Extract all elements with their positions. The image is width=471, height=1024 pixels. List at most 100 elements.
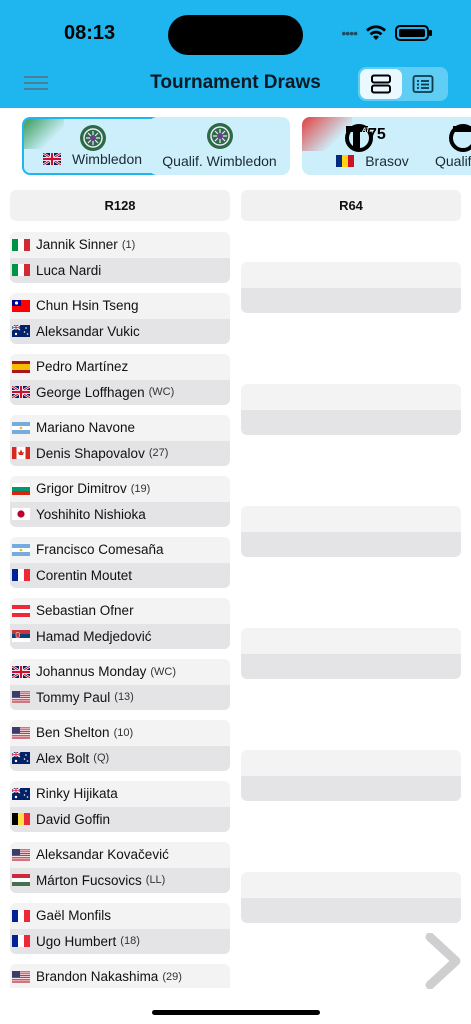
player-name: Márton Fucsovics xyxy=(36,872,142,888)
hamburger-menu-icon[interactable] xyxy=(24,76,48,90)
flag-jp-icon xyxy=(12,508,30,521)
player-row[interactable]: Hamad Medjedović xyxy=(10,623,230,649)
player-row[interactable]: Rinky Hijikata xyxy=(10,781,230,807)
match-card-empty[interactable] xyxy=(241,750,461,801)
player-row[interactable]: David Goffin xyxy=(10,806,230,832)
flag-ro-icon xyxy=(336,155,355,167)
flag-fr-icon xyxy=(12,909,30,922)
player-name: Ugo Humbert xyxy=(36,933,117,949)
flag-us-icon xyxy=(12,970,30,983)
player-row[interactable]: Alex Bolt (Q) xyxy=(10,745,230,771)
player-row[interactable]: Aleksandar Kovačević xyxy=(10,842,230,868)
player-row[interactable]: Ugo Humbert (18) xyxy=(10,928,230,954)
round-column-r64 xyxy=(241,232,461,988)
player-row[interactable]: Mariano Navone xyxy=(10,415,230,441)
tournament-chip-qualif-wimbledon[interactable]: Qualif. Wimbledon xyxy=(149,117,290,175)
match-card[interactable]: Ben Shelton (10) Alex Bolt (Q) xyxy=(10,720,230,771)
flag-au-icon xyxy=(12,787,30,800)
flag-es-icon xyxy=(12,360,30,373)
player-row[interactable]: Francisco Comesaña xyxy=(10,537,230,563)
player-row[interactable]: Sebastian Ofner xyxy=(10,598,230,624)
player-row[interactable]: Corentin Moutet xyxy=(10,562,230,588)
player-name: Corentin Moutet xyxy=(36,567,133,583)
player-name: Francisco Comesaña xyxy=(36,542,164,558)
match-card[interactable]: Pedro Martínez George Loffhagen (WC) xyxy=(10,354,230,405)
player-row[interactable]: Ben Shelton (10) xyxy=(10,720,230,746)
tournament-chip-qualif[interactable]: Qualif xyxy=(425,117,471,175)
chevron-right-icon[interactable] xyxy=(424,933,462,989)
player-seed: (29) xyxy=(162,970,182,983)
match-card-empty[interactable] xyxy=(241,262,461,313)
player-row[interactable]: Chun Hsin Tseng xyxy=(10,293,230,319)
player-row[interactable]: Denis Shapovalov (27) xyxy=(10,440,230,466)
player-seed: (LL) xyxy=(145,874,166,887)
flag-tw-icon xyxy=(12,299,30,312)
match-card[interactable]: Jannik Sinner (1) Luca Nardi xyxy=(10,232,230,283)
match-card[interactable]: Mariano Navone Denis Shapovalov (27) xyxy=(10,415,230,466)
player-seed: (13) xyxy=(114,691,134,704)
flag-us-icon xyxy=(12,726,30,739)
match-card[interactable]: Johannus Monday (WC) Tommy Paul (13) xyxy=(10,659,230,710)
player-slot xyxy=(241,775,461,801)
match-card-empty[interactable] xyxy=(241,872,461,923)
match-card-empty[interactable] xyxy=(241,384,461,435)
round-header-r128[interactable]: R128 xyxy=(10,190,230,221)
player-seed: (Q) xyxy=(93,752,110,765)
player-slot xyxy=(241,872,461,898)
match-card[interactable]: Francisco Comesaña Corentin Moutet xyxy=(10,537,230,588)
player-name: Aleksandar Kovačević xyxy=(36,847,169,863)
player-row[interactable]: Brandon Nakashima (29) xyxy=(10,964,230,988)
player-name: Rinky Hijikata xyxy=(36,786,118,802)
player-seed: (18) xyxy=(120,935,140,948)
player-name: Ben Shelton xyxy=(36,725,110,741)
flag-gb-icon xyxy=(42,153,61,165)
player-name: Denis Shapovalov xyxy=(36,445,145,461)
player-seed: (WC) xyxy=(148,386,175,399)
flag-gb-icon xyxy=(12,386,30,399)
player-seed: (1) xyxy=(121,238,136,251)
player-row[interactable]: Luca Nardi xyxy=(10,257,230,283)
dynamic-island xyxy=(168,15,303,55)
player-row[interactable]: Tommy Paul (13) xyxy=(10,684,230,710)
player-slot xyxy=(241,750,461,776)
list-view-button[interactable] xyxy=(402,69,444,99)
tournament-chip-label: Qualif. Wimbledon xyxy=(162,153,277,169)
player-name: Aleksandar Vukic xyxy=(36,323,140,339)
player-slot xyxy=(241,897,461,923)
player-row[interactable]: Márton Fucsovics (LL) xyxy=(10,867,230,893)
match-card[interactable]: Aleksandar Kovačević Márton Fucsovics (LL) xyxy=(10,842,230,893)
player-row[interactable]: Johannus Monday (WC) xyxy=(10,659,230,685)
player-slot xyxy=(241,628,461,654)
bracket-view-button[interactable] xyxy=(360,69,402,99)
player-name: David Goffin xyxy=(36,811,111,827)
match-card[interactable]: Chun Hsin Tseng Aleksandar Vukic xyxy=(10,293,230,344)
match-card-empty[interactable] xyxy=(241,628,461,679)
player-slot xyxy=(241,531,461,557)
match-card[interactable]: Brandon Nakashima (29) xyxy=(10,964,230,988)
player-slot xyxy=(241,287,461,313)
match-card[interactable]: Grigor Dimitrov (19) Yoshihito Nishioka xyxy=(10,476,230,527)
player-row[interactable]: Pedro Martínez xyxy=(10,354,230,380)
player-row[interactable]: Aleksandar Vukic xyxy=(10,318,230,344)
battery-icon xyxy=(395,25,432,41)
tournament-chip-brasov[interactable]: ATP 75 Brasov xyxy=(302,117,443,175)
player-name: Pedro Martínez xyxy=(36,359,129,375)
player-row[interactable]: George Loffhagen (WC) xyxy=(10,379,230,405)
flag-gb-icon xyxy=(12,665,30,678)
round-header-r64[interactable]: R64 xyxy=(241,190,461,221)
flag-ca-icon xyxy=(12,447,30,460)
match-card[interactable]: Sebastian Ofner Hamad Medjedović xyxy=(10,598,230,649)
player-name: Johannus Monday xyxy=(36,664,147,680)
signal-icon: •••• xyxy=(341,25,358,41)
match-card[interactable]: Rinky Hijikata David Goffin xyxy=(10,781,230,832)
player-row[interactable]: Gaël Monfils xyxy=(10,903,230,929)
round-column-r128: Jannik Sinner (1) Luca Nardi Chun Hsin Tsen… xyxy=(10,232,230,988)
player-row[interactable]: Grigor Dimitrov (19) xyxy=(10,476,230,502)
player-row[interactable]: Yoshihito Nishioka xyxy=(10,501,230,527)
match-card[interactable]: Gaël Monfils Ugo Humbert (18) xyxy=(10,903,230,954)
player-row[interactable]: Jannik Sinner (1) xyxy=(10,232,230,258)
tournament-chip-wimbledon[interactable]: Wimbledon xyxy=(22,117,163,175)
match-card-empty[interactable] xyxy=(241,506,461,557)
flag-at-icon xyxy=(12,604,30,617)
player-slot xyxy=(241,409,461,435)
